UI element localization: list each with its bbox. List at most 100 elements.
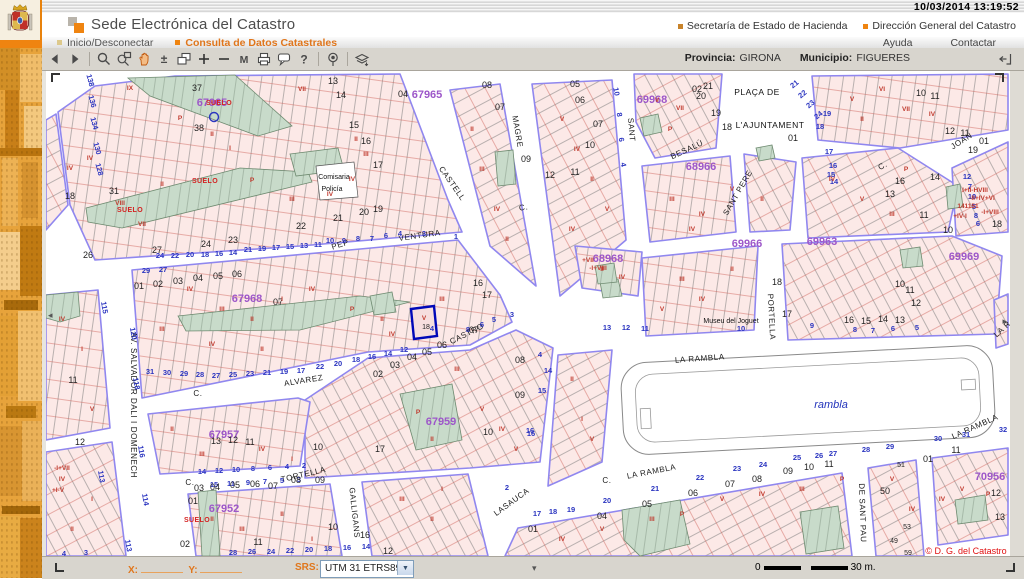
bullet-icon bbox=[175, 40, 180, 45]
pan-right-icon[interactable]: ▸ bbox=[1002, 317, 1007, 326]
zoom-out-icon[interactable] bbox=[215, 50, 233, 68]
srs-select[interactable]: UTM 31 ETRS89 ▼ bbox=[320, 560, 414, 578]
map-label: 14 bbox=[544, 366, 553, 375]
catastro-logo-icon bbox=[68, 17, 84, 33]
map-label: II bbox=[210, 516, 214, 523]
map-label: 07 bbox=[268, 481, 278, 491]
menu-inicio[interactable]: Inicio/Desconectar bbox=[57, 37, 153, 49]
help-icon[interactable]: ? bbox=[295, 50, 313, 68]
menu-contactar[interactable]: Contactar bbox=[950, 37, 996, 49]
map-label: 11 bbox=[930, 91, 939, 101]
map-label: 12 bbox=[215, 466, 223, 475]
map-label: 11 bbox=[68, 375, 77, 385]
map-label: 20 bbox=[305, 545, 313, 554]
menu-ayuda[interactable]: Ayuda bbox=[883, 37, 913, 49]
map-label: I bbox=[229, 145, 231, 152]
map-label: 18 bbox=[201, 250, 209, 259]
map-label: 16 bbox=[844, 315, 854, 325]
selected-parcel[interactable] bbox=[411, 306, 437, 339]
map-label: 01 bbox=[134, 281, 144, 291]
map-label: 21 bbox=[703, 81, 713, 91]
pan-hand-icon[interactable] bbox=[135, 50, 153, 68]
map-label: 29 bbox=[886, 442, 894, 451]
map-label: V bbox=[960, 486, 965, 493]
map-label: 31 bbox=[146, 367, 154, 376]
map-label: III bbox=[159, 326, 165, 333]
header-links: Secretaría de Estado de Hacienda Direcci… bbox=[678, 20, 1016, 32]
map-label: 2 bbox=[505, 483, 509, 492]
locate-pin-icon[interactable] bbox=[324, 50, 342, 68]
collapse-panel-icon[interactable] bbox=[996, 50, 1014, 68]
map-label: II bbox=[380, 316, 384, 323]
zoom-in-icon[interactable] bbox=[195, 50, 213, 68]
map-label: 19 bbox=[373, 204, 383, 214]
map-label: -II+IV+VI bbox=[969, 195, 995, 202]
bullet-icon bbox=[678, 24, 683, 29]
back-icon[interactable] bbox=[46, 50, 64, 68]
layers-icon[interactable] bbox=[353, 50, 371, 68]
map-label: 51 bbox=[897, 462, 905, 469]
pan-left-icon[interactable]: ◂ bbox=[48, 311, 53, 320]
zoom-updown-icon[interactable]: ± bbox=[155, 50, 173, 68]
map-label: II bbox=[505, 236, 509, 243]
map-label: IV bbox=[87, 155, 94, 162]
map-label: 49 bbox=[890, 538, 898, 545]
map-label: 26 bbox=[83, 250, 93, 260]
map-toolbar: ± M ? Provincia:GIRONA Municipio:FIGUERE… bbox=[42, 48, 1024, 71]
map-label: I bbox=[581, 416, 583, 423]
link-secretaria[interactable]: Secretaría de Estado de Hacienda bbox=[678, 20, 848, 32]
map-label: 03 bbox=[173, 276, 183, 286]
map-label: 17 bbox=[272, 243, 280, 252]
bullet-icon bbox=[863, 24, 868, 29]
map-label: 5 bbox=[280, 476, 284, 485]
menu-consulta[interactable]: Consulta de Datos Catastrales bbox=[175, 37, 337, 49]
map-label: IV bbox=[209, 341, 216, 348]
map-label: II bbox=[160, 181, 164, 188]
map-label: 32 bbox=[999, 425, 1007, 434]
windows-icon[interactable] bbox=[175, 50, 193, 68]
map-label: 9 bbox=[810, 321, 814, 330]
cadastral-map-viewport[interactable]: CASTELLVENTURAPEPMAGRESANTBESALÚJOANC.PO… bbox=[46, 71, 1010, 556]
map-label: 20 bbox=[334, 359, 342, 368]
map-label: III bbox=[669, 196, 675, 203]
map-label: rambla bbox=[814, 399, 848, 411]
map-label: IV bbox=[309, 286, 316, 293]
chevron-down-icon[interactable]: ▼ bbox=[397, 561, 413, 575]
sidebar-city-photo bbox=[0, 48, 42, 578]
map-label: 14 bbox=[384, 349, 393, 358]
map-label: 6 bbox=[384, 231, 388, 240]
map-label: 16 bbox=[361, 136, 371, 146]
map-label: +VII bbox=[582, 257, 594, 264]
map-label: L'AJUNTAMENT bbox=[736, 120, 805, 130]
map-corner-mark bbox=[995, 73, 1004, 82]
map-label: 02 bbox=[692, 84, 702, 94]
zoom-icon[interactable] bbox=[95, 50, 113, 68]
map-label: 06 bbox=[232, 269, 242, 279]
map-label: 27 bbox=[152, 245, 162, 255]
map-label: 04 bbox=[398, 89, 408, 99]
forward-icon[interactable] bbox=[66, 50, 84, 68]
link-direccion[interactable]: Dirección General del Catastro bbox=[863, 20, 1016, 32]
map-label: 16 bbox=[895, 176, 905, 186]
map-label: III bbox=[199, 451, 205, 458]
map-label: IV bbox=[619, 274, 626, 281]
map-label: III bbox=[889, 211, 895, 218]
map-label: I bbox=[291, 456, 293, 463]
print-icon[interactable] bbox=[255, 50, 273, 68]
map-label: 18 bbox=[816, 122, 824, 131]
map-label: 8 bbox=[251, 464, 255, 473]
map-label: IV bbox=[759, 491, 766, 498]
map-label: 12 bbox=[228, 435, 238, 445]
feedback-bubble-icon[interactable] bbox=[275, 50, 293, 68]
map-label: IV bbox=[67, 165, 74, 172]
map-label: 14 bbox=[362, 542, 371, 551]
map-label: 04 bbox=[210, 482, 220, 492]
map-label: 6 bbox=[891, 324, 895, 333]
map-label: IV bbox=[499, 426, 506, 433]
map-label: V bbox=[422, 315, 427, 322]
pan-down-icon[interactable]: ▾ bbox=[532, 564, 537, 573]
measure-icon[interactable]: M bbox=[235, 50, 253, 68]
map-label: 13 bbox=[895, 315, 905, 325]
zoom-window-icon[interactable] bbox=[115, 50, 133, 68]
map-label: SUELO bbox=[117, 207, 143, 214]
